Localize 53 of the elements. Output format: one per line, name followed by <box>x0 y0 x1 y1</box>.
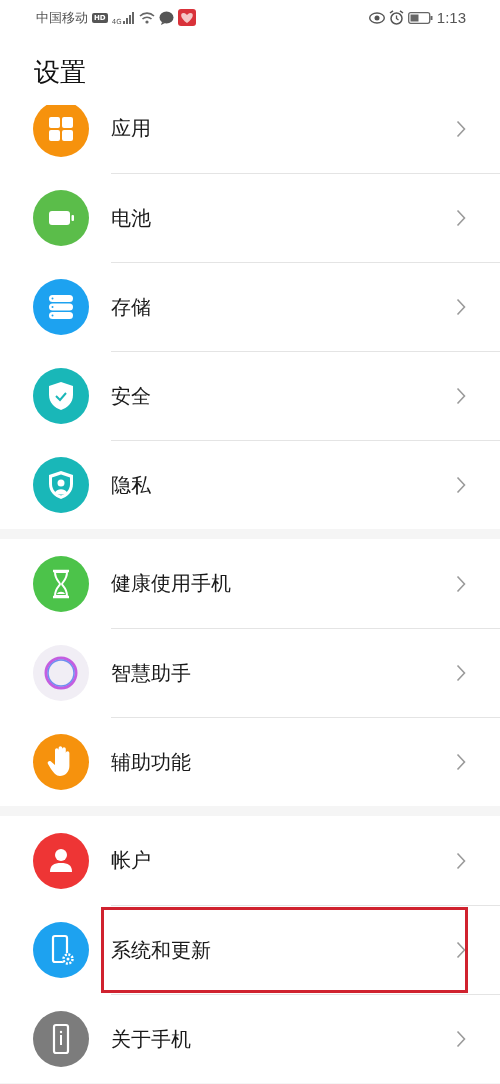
carrier-name: 中国移动 <box>36 8 88 27</box>
settings-item[interactable]: 健康使用手机 <box>0 539 500 628</box>
settings-item[interactable]: 关于手机 <box>0 994 500 1083</box>
chevron-right-icon <box>456 941 466 959</box>
person-icon <box>33 832 89 889</box>
alarm-icon <box>388 10 404 25</box>
settings-item[interactable]: 安全 <box>0 351 500 440</box>
item-label: 应用 <box>111 115 151 142</box>
eye-icon <box>368 11 385 24</box>
settings-item[interactable]: 帐户 <box>0 816 500 905</box>
heart-app-icon <box>177 9 196 26</box>
storage-icon <box>33 278 89 335</box>
chevron-right-icon <box>456 664 466 682</box>
hourglass-icon <box>33 555 89 612</box>
clock-time: 1:13 <box>436 9 466 26</box>
item-label: 智慧助手 <box>111 659 191 687</box>
chevron-right-icon <box>456 753 466 771</box>
signal-icon <box>122 11 135 24</box>
chevron-right-icon <box>456 1030 466 1048</box>
chevron-right-icon <box>456 851 466 870</box>
wifi-icon <box>138 11 155 24</box>
item-label: 辅助功能 <box>111 748 191 776</box>
item-label: 健康使用手机 <box>111 570 231 597</box>
item-label: 帐户 <box>111 847 151 874</box>
item-label: 关于手机 <box>111 1025 191 1053</box>
ring-icon <box>33 644 89 701</box>
phone-gear-icon <box>33 921 89 978</box>
chevron-right-icon <box>456 574 466 593</box>
settings-item[interactable]: 隐私 <box>0 440 500 529</box>
settings-item[interactable]: 电池 <box>0 173 500 262</box>
item-label: 安全 <box>111 382 151 410</box>
settings-item[interactable]: 存储 <box>0 262 500 351</box>
chevron-right-icon <box>456 298 466 316</box>
chevron-right-icon <box>456 387 466 405</box>
chevron-right-icon <box>456 119 466 138</box>
item-label: 存储 <box>111 293 151 321</box>
battery-icon <box>33 189 89 246</box>
phone-info-icon <box>33 1010 89 1067</box>
settings-item[interactable]: 应用 <box>0 105 500 173</box>
item-label: 系统和更新 <box>111 936 211 964</box>
settings-item[interactable]: 系统和更新 <box>0 905 500 994</box>
chat-bubble-icon <box>158 10 174 25</box>
shield-check-icon <box>33 367 89 424</box>
page-title: 设置 <box>0 35 500 105</box>
item-label: 隐私 <box>111 471 151 499</box>
shield-person-icon <box>33 456 89 513</box>
settings-item[interactable]: 智慧助手 <box>0 628 500 717</box>
battery-icon <box>407 11 433 24</box>
chevron-right-icon <box>456 209 466 227</box>
item-label: 电池 <box>111 204 151 232</box>
settings-item[interactable]: 辅助功能 <box>0 717 500 806</box>
hand-icon <box>33 733 89 790</box>
chevron-right-icon <box>456 476 466 494</box>
